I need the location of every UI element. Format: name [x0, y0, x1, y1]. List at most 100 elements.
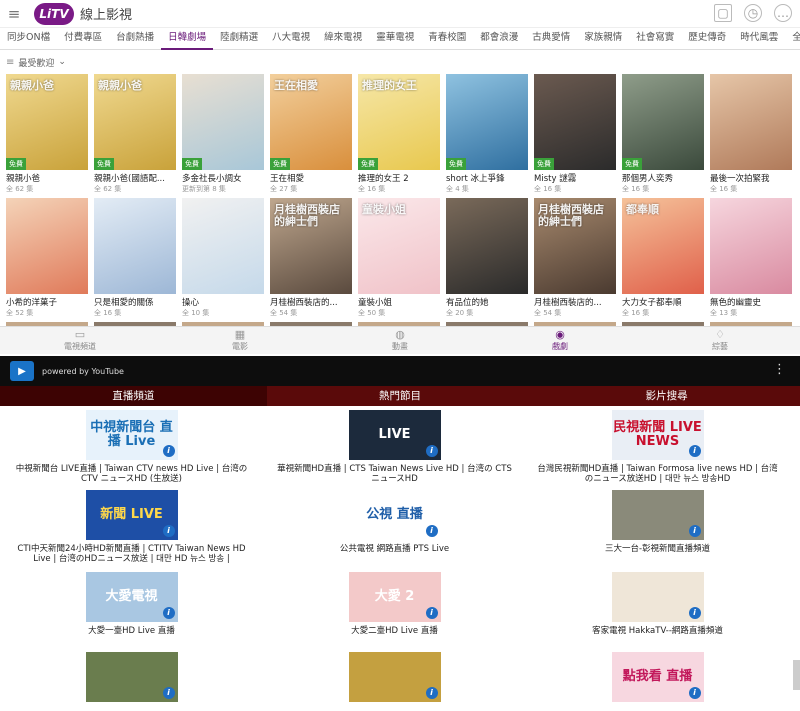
channel-card[interactable]: 民視新聞 LIVE NEWS i 台灣民視新聞HD直播 | Taiwan Formo…	[526, 410, 789, 484]
channel-card[interactable]: i	[0, 652, 263, 702]
channel-card[interactable]: 點我看 直播 i	[526, 652, 789, 702]
tab-category[interactable]: 青春校園	[421, 28, 473, 50]
drama-card[interactable]: 月桂樹西裝店的紳士們 月桂樹西裝店的... 全 54 集	[270, 198, 352, 318]
drama-card[interactable]: 操心全 10 集	[182, 198, 264, 318]
sort-dropdown[interactable]: ≡ 最受歡迎 ⌄	[6, 54, 66, 70]
nav-item[interactable]: ♢ 綜藝	[640, 327, 800, 354]
tab-category[interactable]: 靈華電視	[369, 28, 421, 50]
channel-card[interactable]: i 客家電視 HakkaTV--網路直播頻道	[526, 572, 789, 636]
tab-category[interactable]: 同步ON檔	[0, 28, 57, 50]
channel-thumbnail[interactable]: 中視新聞台 直播 Live i	[85, 410, 178, 460]
info-icon[interactable]: i	[162, 525, 175, 537]
chat-icon[interactable]: …	[774, 4, 792, 22]
poster-image[interactable]	[710, 198, 792, 294]
info-icon[interactable]: i	[688, 687, 701, 699]
poster-image[interactable]: 免費	[534, 74, 616, 170]
info-icon[interactable]: i	[425, 687, 438, 699]
info-icon[interactable]: i	[688, 525, 701, 537]
info-icon[interactable]: i	[162, 607, 175, 619]
menu-icon[interactable]: ≡	[0, 0, 28, 28]
drama-card[interactable]: 童裝小姐 童裝小姐全 50 集	[358, 198, 440, 318]
info-icon[interactable]: i	[425, 525, 438, 537]
poster-image[interactable]	[6, 198, 88, 294]
drama-card[interactable]: 免費 short 冰上爭鋒全 4 集	[446, 74, 528, 194]
channel-card[interactable]: i 三大一台-彰視新聞直播頻道	[526, 490, 789, 554]
poster-image[interactable]: 免費	[622, 74, 704, 170]
tab-category[interactable]: 社會寫實	[629, 28, 681, 50]
poster-image[interactable]	[182, 198, 264, 294]
channel-thumbnail[interactable]: LIVE i	[348, 410, 441, 460]
tab-category[interactable]: 陸劇精選	[213, 28, 265, 50]
nav-item[interactable]: ◍ 動畫	[320, 327, 480, 354]
info-icon[interactable]: i	[688, 445, 701, 457]
channel-thumbnail[interactable]: i	[611, 490, 704, 540]
drama-card[interactable]: 最後一次拍緊我全 16 集	[710, 74, 792, 194]
poster-image[interactable]	[710, 74, 792, 170]
channel-thumbnail[interactable]: i	[85, 652, 178, 702]
channel-thumbnail[interactable]: 民視新聞 LIVE NEWS i	[611, 410, 704, 460]
tab-category[interactable]: 緯來電視	[317, 28, 369, 50]
channel-thumbnail[interactable]: 大愛 2 i	[348, 572, 441, 622]
drama-card[interactable]: 親親小爸 免費 親親小爸全 62 集	[6, 74, 88, 194]
info-icon[interactable]: i	[162, 445, 175, 457]
poster-image[interactable]: 親親小爸 免費	[6, 74, 88, 170]
overflow-menu-icon[interactable]: ⋮	[773, 362, 786, 377]
tab-category[interactable]: 家族親情	[577, 28, 629, 50]
drama-card[interactable]: 免費 多金社長小調女 更新到第 8 集	[182, 74, 264, 194]
history-clock-icon[interactable]: ◷	[744, 4, 762, 22]
drama-card[interactable]: 小希的洋菓子全 52 集	[6, 198, 88, 318]
scrollbar[interactable]	[793, 660, 800, 690]
youtube-tab[interactable]: 直播頻道	[0, 386, 267, 406]
tab-category[interactable]: 全部	[785, 28, 800, 50]
drama-card[interactable]: 無色的幽靈史全 13 集	[710, 198, 792, 318]
channel-thumbnail[interactable]: 公視 直播 i	[348, 490, 441, 540]
channel-card[interactable]: 新聞 LIVE i CTI中天新聞24小時HD新聞直播 | CTITV Taiwan…	[0, 490, 263, 564]
poster-image[interactable]: 王在相愛 免費	[270, 74, 352, 170]
tab-category[interactable]: 歷史傳奇	[681, 28, 733, 50]
tab-category[interactable]: 台劇熱播	[109, 28, 161, 50]
info-icon[interactable]: i	[688, 607, 701, 619]
channel-card[interactable]: 中視新聞台 直播 Live i 中視新聞台 LIVE直播 | Taiwan CTV …	[0, 410, 263, 484]
channel-thumbnail[interactable]: 點我看 直播 i	[611, 652, 704, 702]
drama-card[interactable]: 有品位的她全 20 集	[446, 198, 528, 318]
poster-image[interactable]: 月桂樹西裝店的紳士們	[534, 198, 616, 294]
litv-logo[interactable]: LiTV	[34, 2, 74, 25]
info-icon[interactable]: i	[425, 445, 438, 457]
channel-card[interactable]: 公視 直播 i 公共電視 網路直播 PTS Live	[263, 490, 526, 554]
channel-thumbnail[interactable]: 大愛電視 i	[85, 572, 178, 622]
nav-item[interactable]: ▭ 電視頻道	[0, 327, 160, 354]
nav-item[interactable]: ◉ 戲劇	[480, 327, 640, 354]
poster-image[interactable]: 推理的女王 免費	[358, 74, 440, 170]
poster-image[interactable]: 免費	[446, 74, 528, 170]
channel-thumbnail[interactable]: 新聞 LIVE i	[85, 490, 178, 540]
poster-image[interactable]: 親親小爸 免費	[94, 74, 176, 170]
info-icon[interactable]: i	[162, 687, 175, 699]
drama-card[interactable]: 都奉順 大力女子都奉順全 16 集	[622, 198, 704, 318]
drama-card[interactable]: 免費 Misty 謎霧全 16 集	[534, 74, 616, 194]
drama-card[interactable]: 親親小爸 免費 親親小爸(國語配... 全 62 集	[94, 74, 176, 194]
info-icon[interactable]: i	[425, 607, 438, 619]
poster-image[interactable]: 都奉順	[622, 198, 704, 294]
channel-card[interactable]: LIVE i 華視新聞HD直播 | CTS Taiwan News Live HD …	[263, 410, 526, 484]
drama-card[interactable]: 推理的女王 免費 推理的女王 2全 16 集	[358, 74, 440, 194]
poster-image[interactable]: 免費	[182, 74, 264, 170]
channel-thumbnail[interactable]: i	[348, 652, 441, 702]
drama-card[interactable]: 免費 那個男人奕秀全 16 集	[622, 74, 704, 194]
cart-icon[interactable]: ▢	[714, 4, 732, 22]
youtube-tab[interactable]: 熱門節目	[267, 386, 534, 406]
tab-category[interactable]: 八大電視	[265, 28, 317, 50]
tab-category[interactable]: 都會浪漫	[473, 28, 525, 50]
drama-card[interactable]: 只是相愛的關係全 16 集	[94, 198, 176, 318]
nav-item[interactable]: ▦ 電影	[160, 327, 320, 354]
drama-card[interactable]: 王在相愛 免費 王在相愛全 27 集	[270, 74, 352, 194]
poster-image[interactable]	[94, 198, 176, 294]
channel-card[interactable]: 大愛電視 i 大愛一臺HD Live 直播	[0, 572, 263, 636]
tab-category[interactable]: 古典愛情	[525, 28, 577, 50]
tab-category[interactable]: 付費專區	[57, 28, 109, 50]
tab-category[interactable]: 時代風雲	[733, 28, 785, 50]
channel-card[interactable]: 大愛 2 i 大愛二臺HD Live 直播	[263, 572, 526, 636]
tab-category[interactable]: 日韓劇場	[161, 28, 214, 50]
drama-card[interactable]: 月桂樹西裝店的紳士們 月桂樹西裝店的... 全 54 集	[534, 198, 616, 318]
poster-image[interactable]: 月桂樹西裝店的紳士們	[270, 198, 352, 294]
youtube-tab[interactable]: 影片搜尋	[533, 386, 800, 406]
